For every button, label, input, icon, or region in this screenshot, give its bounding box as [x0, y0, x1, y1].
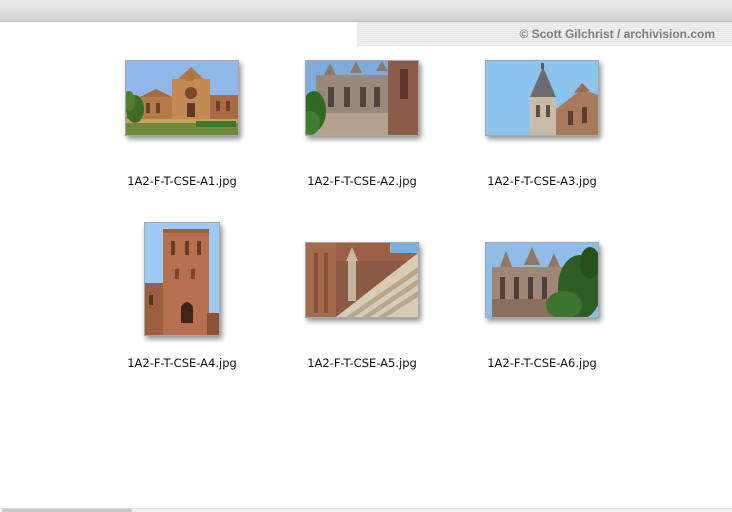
- thumbnail-cathedral-facade[interactable]: [125, 60, 239, 136]
- file-name-label: 1A2-F-T-CSE-A5.jpg: [307, 356, 417, 370]
- file-item-a4[interactable]: 1A2-F-T-CSE-A4.jpg: [92, 222, 272, 370]
- file-item-a3[interactable]: 1A2-F-T-CSE-A3.jpg: [452, 58, 632, 198]
- horizontal-scrollbar[interactable]: [0, 508, 732, 512]
- file-item-a6[interactable]: 1A2-F-T-CSE-A6.jpg: [452, 222, 632, 370]
- copyright-credit: © Scott Gilchrist / archivision.com: [519, 27, 715, 41]
- file-item-a2[interactable]: 1A2-F-T-CSE-A2.jpg: [272, 58, 452, 198]
- thumbnail-cathedral-exterior[interactable]: [485, 242, 599, 318]
- thumbnail-cathedral-side[interactable]: [305, 60, 419, 136]
- file-name-label: 1A2-F-T-CSE-A1.jpg: [127, 174, 237, 188]
- file-name-label: 1A2-F-T-CSE-A3.jpg: [487, 174, 597, 188]
- thumbnail-cathedral-detail[interactable]: [305, 242, 419, 318]
- file-item-a5[interactable]: 1A2-F-T-CSE-A5.jpg: [272, 222, 452, 370]
- file-name-label: 1A2-F-T-CSE-A2.jpg: [307, 174, 417, 188]
- window-toolbar: [0, 0, 732, 22]
- credit-bar: © Scott Gilchrist / archivision.com: [357, 22, 732, 46]
- file-name-label: 1A2-F-T-CSE-A6.jpg: [487, 356, 597, 370]
- file-name-label: 1A2-F-T-CSE-A4.jpg: [127, 356, 237, 370]
- thumbnail-cathedral-tower[interactable]: [144, 222, 220, 336]
- thumbnail-cathedral-spire[interactable]: [485, 60, 599, 136]
- file-item-a1[interactable]: 1A2-F-T-CSE-A1.jpg: [92, 58, 272, 198]
